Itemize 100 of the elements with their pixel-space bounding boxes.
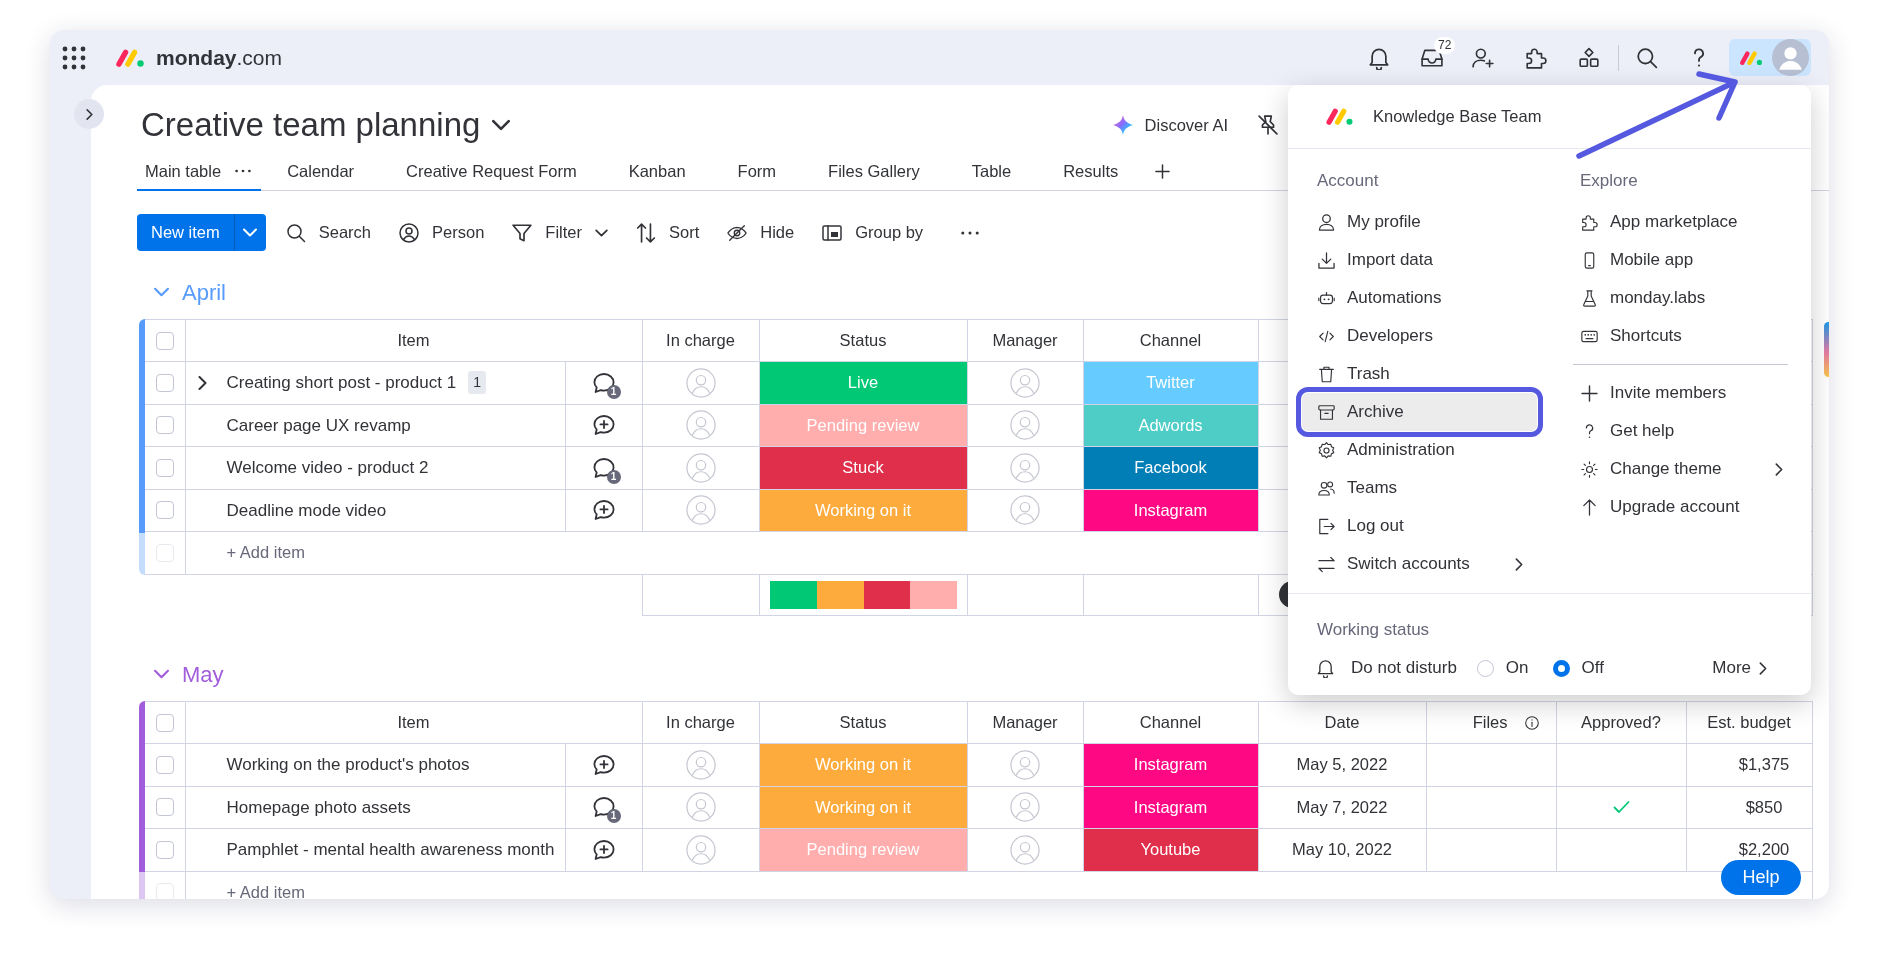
menu-item[interactable]: Administration — [1302, 431, 1537, 469]
search-icon[interactable] — [1636, 46, 1658, 69]
checkbox[interactable] — [155, 840, 174, 859]
menu-item[interactable]: Trash — [1302, 355, 1537, 393]
person-placeholder-icon[interactable] — [685, 834, 716, 865]
item-name[interactable]: Creating short post - product 1 — [226, 370, 457, 396]
help-icon[interactable] — [1692, 46, 1706, 69]
channel-label[interactable]: Instagram — [1083, 489, 1258, 532]
person-placeholder-icon[interactable] — [685, 452, 716, 483]
menu-item[interactable]: Get help — [1565, 412, 1797, 450]
menu-item[interactable]: Switch accounts — [1302, 545, 1537, 583]
person-plus-icon[interactable] — [1472, 47, 1494, 68]
more-link[interactable]: More — [1712, 655, 1767, 681]
menu-item[interactable]: Automations — [1302, 279, 1537, 317]
more-icon[interactable] — [961, 230, 980, 235]
checkbox[interactable] — [155, 501, 174, 520]
person-placeholder-icon[interactable] — [1010, 792, 1040, 823]
view-tab[interactable]: Table — [945, 153, 1038, 191]
apps-grid-icon[interactable] — [62, 45, 86, 70]
status-label[interactable]: Stuck — [759, 446, 967, 489]
channel-label[interactable]: Youtube — [1083, 828, 1258, 871]
search-button[interactable]: Search — [277, 216, 380, 249]
menu-item[interactable]: Shortcuts — [1565, 317, 1797, 355]
apps-icon[interactable] — [1578, 46, 1600, 69]
person-placeholder-icon[interactable] — [685, 367, 716, 398]
person-placeholder-icon[interactable] — [685, 792, 716, 823]
view-tab[interactable]: Creative Request Form — [380, 153, 603, 191]
filter-button[interactable]: Filter — [504, 216, 616, 249]
person-placeholder-icon[interactable] — [685, 495, 716, 526]
funnel-icon — [512, 222, 533, 243]
add-update-icon[interactable] — [591, 499, 616, 522]
checkbox[interactable] — [155, 373, 174, 392]
menu-item[interactable]: Log out — [1302, 507, 1537, 545]
help-button[interactable]: Help — [1721, 860, 1801, 895]
person-placeholder-icon[interactable] — [1010, 749, 1040, 780]
person-placeholder-icon[interactable] — [685, 410, 716, 441]
discover-ai-button[interactable]: Discover AI — [1112, 112, 1228, 138]
person-placeholder-icon[interactable] — [685, 749, 716, 780]
view-tab[interactable]: Files Gallery — [802, 153, 946, 191]
inbox-icon[interactable] — [1421, 48, 1443, 67]
channel-label[interactable]: Instagram — [1083, 743, 1258, 786]
person-placeholder-icon[interactable] — [1010, 495, 1040, 526]
person-placeholder-icon[interactable] — [1010, 410, 1040, 441]
new-item-menu-button[interactable] — [233, 214, 266, 251]
sidebar-toggle-button[interactable] — [74, 99, 104, 129]
chevron-right-icon[interactable] — [198, 375, 207, 390]
chevron-down-icon[interactable] — [492, 119, 511, 131]
menu-item[interactable]: Import data — [1302, 241, 1537, 279]
puzzle-icon[interactable] — [1525, 46, 1547, 69]
menu-item[interactable]: App marketplace — [1565, 203, 1797, 241]
menu-item[interactable]: Teams — [1302, 469, 1537, 507]
add-update-icon[interactable] — [591, 753, 616, 776]
checkbox[interactable] — [155, 713, 174, 732]
add-update-icon[interactable] — [591, 838, 616, 861]
sparkle-icon — [1112, 115, 1133, 135]
sort-button[interactable]: Sort — [628, 216, 708, 249]
speech-bubble-icon[interactable] — [591, 456, 616, 479]
menu-item[interactable]: Mobile app — [1565, 241, 1797, 279]
person-placeholder-icon[interactable] — [1010, 367, 1040, 398]
sort-arrows-icon — [636, 222, 656, 243]
channel-label[interactable]: Facebook — [1083, 446, 1258, 489]
person-button[interactable]: Person — [391, 216, 493, 249]
checkbox[interactable] — [155, 755, 174, 774]
view-tab[interactable]: Form — [711, 153, 803, 191]
view-tab[interactable]: Calendar — [261, 153, 381, 191]
add-item-link[interactable]: + Add item — [185, 882, 305, 899]
menu-item[interactable]: Invite members — [1565, 374, 1797, 412]
menu-item[interactable]: Upgrade account — [1565, 488, 1797, 526]
view-tab[interactable]: Main table — [137, 153, 262, 191]
radio-label[interactable]: On — [1505, 655, 1529, 681]
account-button[interactable] — [1729, 39, 1811, 76]
menu-item[interactable]: monday.labs — [1565, 279, 1797, 317]
speech-bubble-icon[interactable] — [591, 371, 616, 394]
checkbox[interactable] — [155, 458, 174, 477]
checkbox[interactable] — [155, 331, 174, 350]
view-tab[interactable]: Kanban — [602, 153, 712, 191]
checkbox[interactable] — [155, 798, 174, 817]
pin-slash-icon[interactable] — [1258, 115, 1278, 135]
info-icon[interactable] — [1524, 715, 1539, 730]
radio-button[interactable] — [1476, 659, 1494, 677]
add-update-icon[interactable] — [591, 414, 616, 437]
plus-icon[interactable] — [1155, 164, 1171, 179]
column-header: Files — [1472, 712, 1508, 734]
person-placeholder-icon[interactable] — [1010, 834, 1040, 865]
radio-button[interactable] — [1552, 659, 1570, 677]
checkbox[interactable] — [155, 416, 174, 435]
group-by-button[interactable]: Group by — [814, 216, 932, 249]
channel-label[interactable]: Instagram — [1083, 786, 1258, 829]
group-title[interactable]: May — [182, 657, 224, 691]
menu-item[interactable]: My profile — [1302, 203, 1537, 241]
speech-bubble-icon[interactable] — [591, 796, 616, 819]
new-item-button[interactable]: New item — [137, 214, 234, 251]
add-item-link[interactable]: + Add item — [185, 543, 305, 562]
menu-item[interactable]: Developers — [1302, 317, 1537, 355]
radio-label[interactable]: Off — [1581, 655, 1604, 681]
menu-item[interactable]: Change theme — [1565, 450, 1797, 488]
hide-button[interactable]: Hide — [719, 216, 803, 249]
more-icon[interactable] — [235, 169, 252, 173]
view-tab[interactable]: Results — [1037, 153, 1145, 191]
person-placeholder-icon[interactable] — [1010, 452, 1040, 483]
